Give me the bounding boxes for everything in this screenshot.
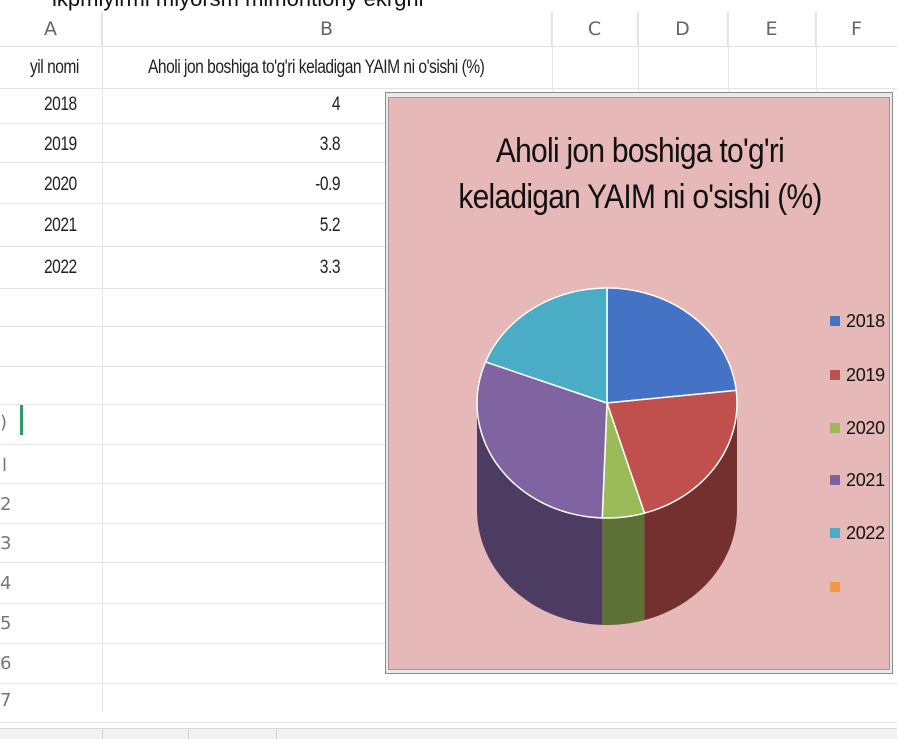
legend-label: 2022 [846, 522, 885, 543]
legend-swatch [830, 582, 840, 592]
legend-swatch [830, 475, 840, 485]
pie-chart[interactable] [0, 0, 897, 738]
pie-slice-2020-side[interactable] [602, 513, 645, 625]
legend-label: 2021 [846, 469, 885, 490]
legend-item-2022[interactable]: 2022 [830, 520, 885, 546]
legend-item-2021[interactable]: 2021 [830, 467, 885, 493]
legend-label: 2020 [846, 417, 885, 438]
legend-swatch [830, 316, 840, 326]
legend-swatch [830, 370, 840, 380]
legend-swatch [830, 423, 840, 433]
legend-label: 2018 [846, 310, 885, 331]
pie-slice-2018[interactable] [606, 287, 738, 404]
legend-item-2019[interactable]: 2019 [830, 362, 885, 388]
legend-item-2020[interactable]: 2020 [830, 415, 885, 441]
legend-swatch [830, 528, 840, 538]
legend-item-extra[interactable] [830, 574, 846, 600]
legend-item-2018[interactable]: 2018 [830, 308, 885, 334]
legend-label: 2019 [846, 364, 885, 385]
sheet-tabs-bar [0, 728, 897, 739]
